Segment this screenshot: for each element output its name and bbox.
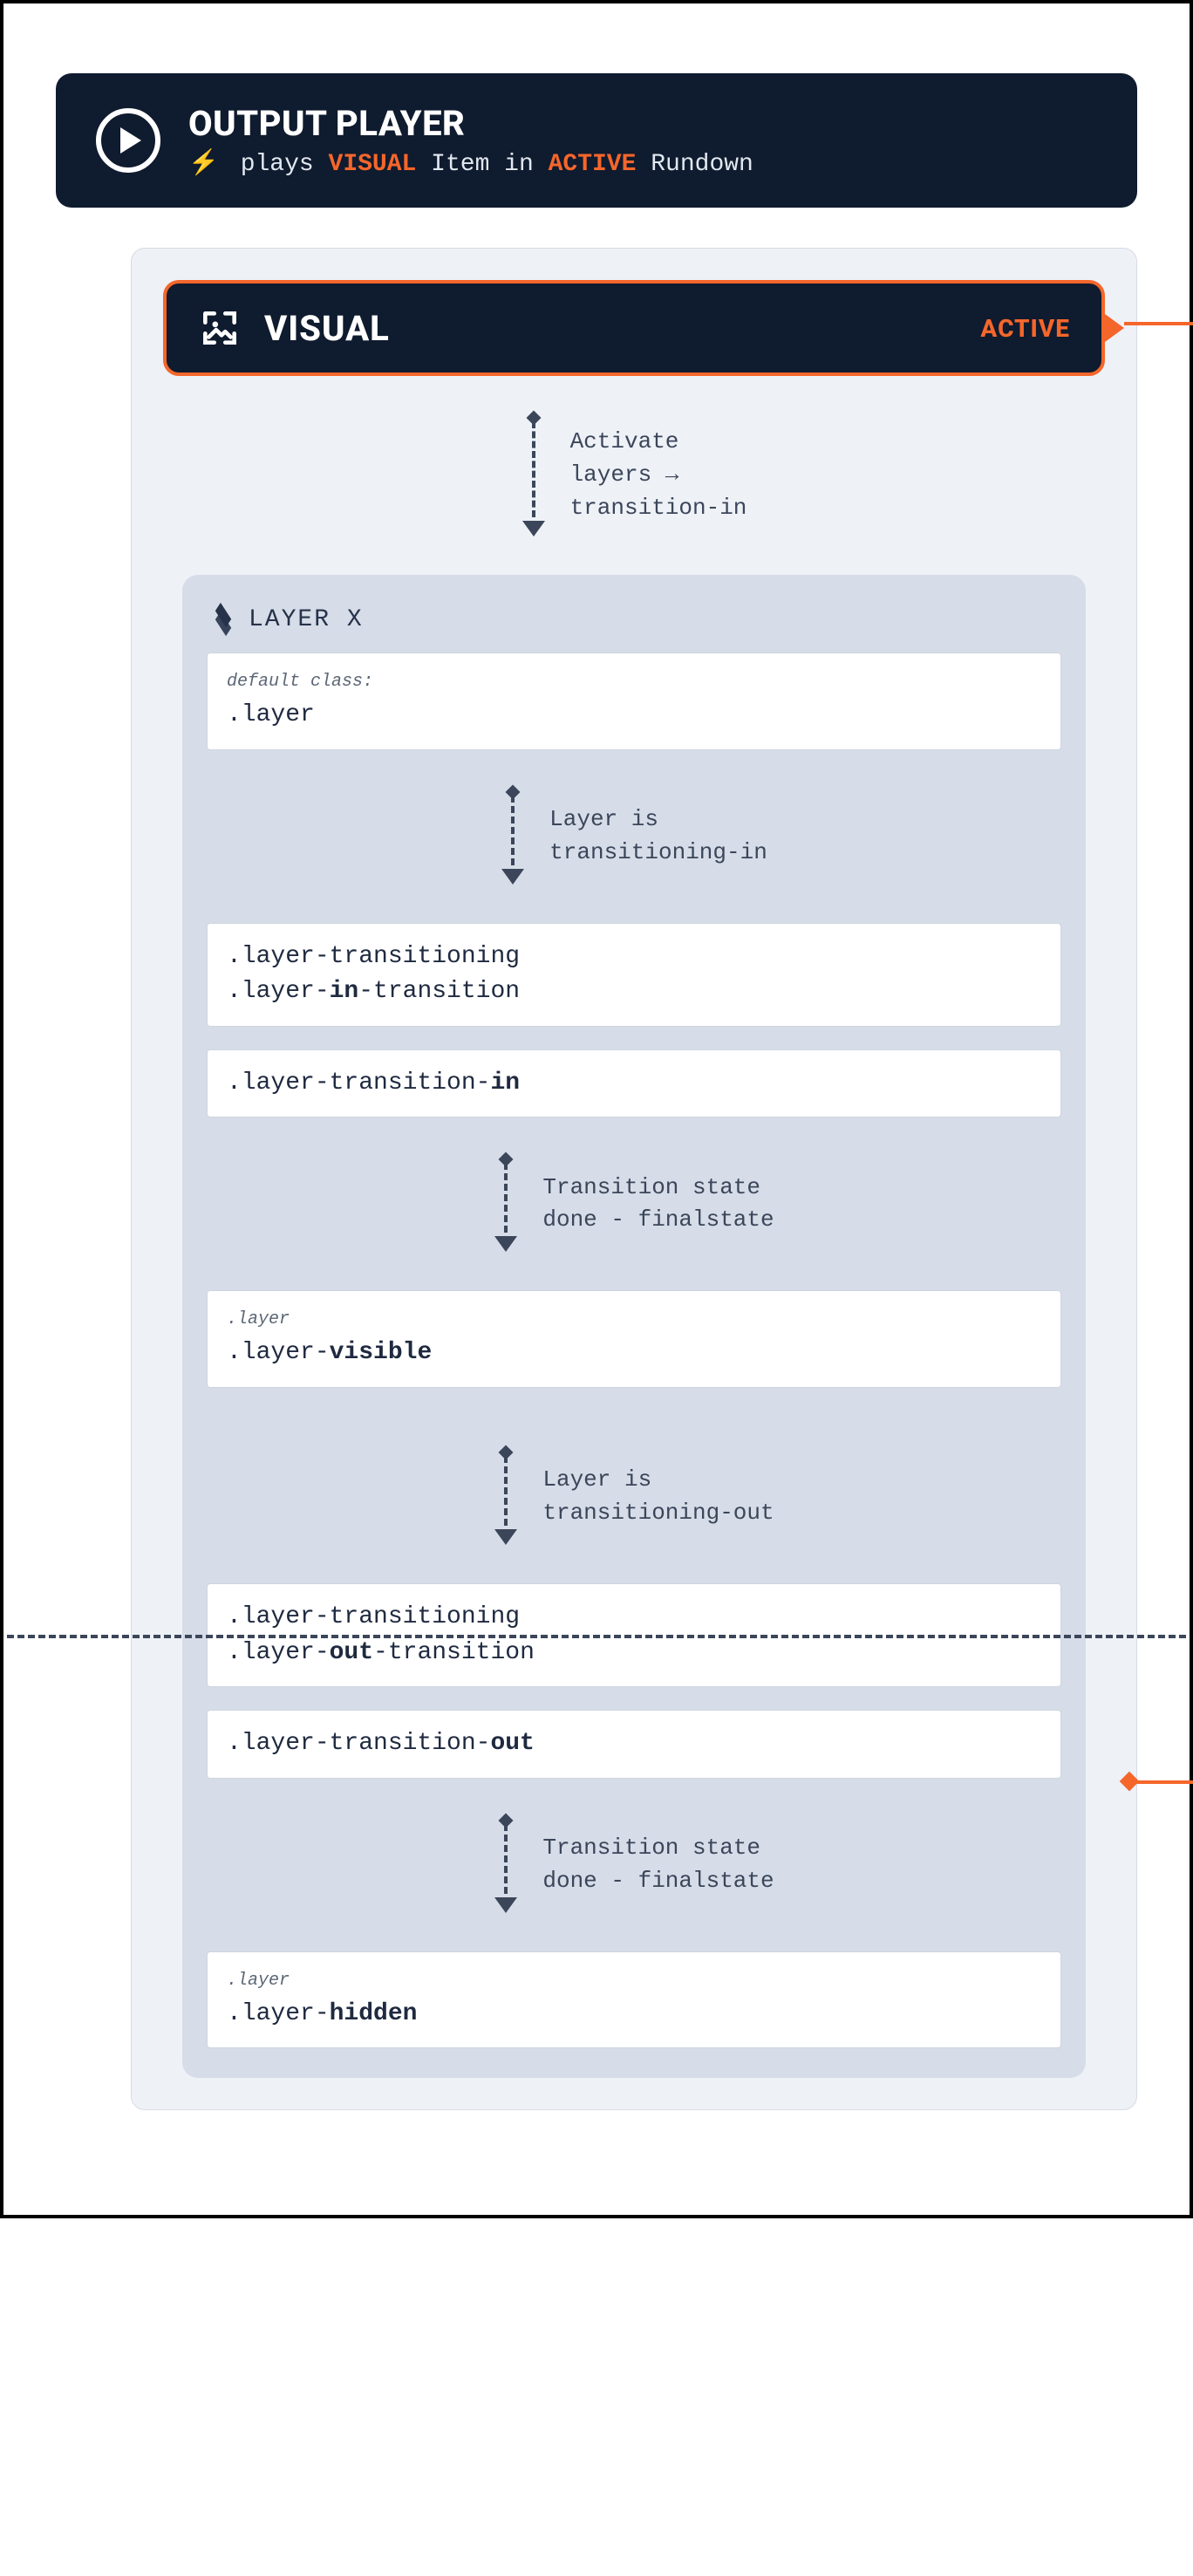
image-icon (198, 306, 242, 350)
output-player-title: OUTPUT PLAYER (188, 103, 753, 144)
arrow-transitioning-in: Layer is transitioning-in (207, 789, 1061, 885)
class-transition-out-box: .layer-transition-out (207, 1710, 1061, 1779)
class-hidden-box: .layer .layer-hidden (207, 1951, 1061, 2049)
arrow-done-in: Transition state done - finalstate (207, 1156, 1061, 1252)
play-icon (96, 108, 160, 173)
connector-right-icon (1105, 314, 1124, 342)
bolt-icon: ⚡ (188, 151, 219, 178)
deactivation-rail: VISUAL IS DEACTIVATED (1136, 249, 1193, 1784)
diamond-icon (1120, 1772, 1140, 1792)
arrow-done-out: Transition state done - finalstate (207, 1817, 1061, 1913)
visual-active-badge: ACTIVE (980, 314, 1070, 343)
arrow-activate-layers: Activate layers → transition-in (163, 414, 1105, 536)
visual-title: VISUAL (264, 308, 390, 349)
class-in-transitioning-box: .layer-transitioning .layer-in-transitio… (207, 923, 1061, 1027)
output-player-header: OUTPUT PLAYER ⚡ plays VISUAL Item in ACT… (56, 73, 1137, 208)
arrow-transitioning-out: Layer is transitioning-out (207, 1449, 1061, 1545)
layer-x-panel: LAYER X default class: .layer Layer is t… (182, 575, 1086, 2078)
class-visible-box: .layer .layer-visible (207, 1290, 1061, 1388)
midline-divider (7, 1635, 1186, 1638)
layers-icon (212, 609, 235, 632)
layer-x-header: LAYER X (207, 601, 1061, 653)
class-transition-in-box: .layer-transition-in (207, 1049, 1061, 1118)
visual-bar: VISUAL ACTIVE (163, 280, 1105, 376)
default-class-box: default class: .layer (207, 653, 1061, 750)
output-player-subtitle: ⚡ plays VISUAL Item in ACTIVE Rundown (188, 147, 753, 178)
visual-flow-panel: VISUAL IS DEACTIVATED VISUAL ACTIVE (131, 248, 1137, 2110)
